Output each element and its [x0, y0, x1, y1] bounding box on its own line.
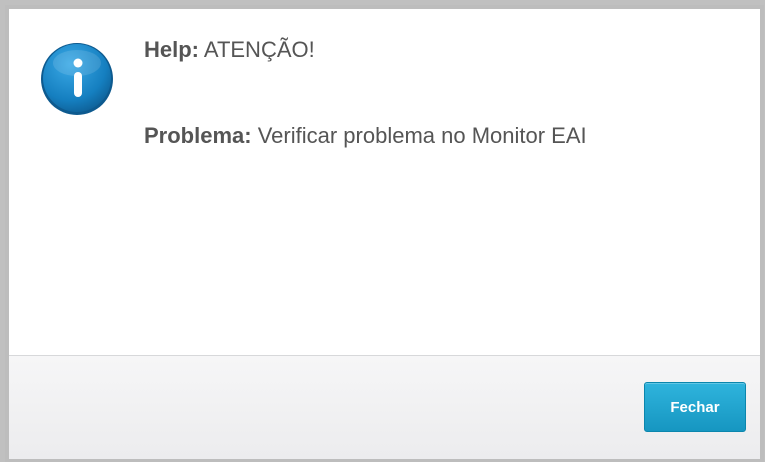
alert-dialog: Help: ATENÇÃO! Problema: Verificar probl…	[5, 5, 764, 462]
help-line: Help: ATENÇÃO!	[144, 37, 315, 63]
problem-line: Problema: Verificar problema no Monitor …	[144, 123, 587, 149]
help-value: ATENÇÃO!	[203, 37, 315, 62]
help-label: Help:	[144, 37, 199, 62]
problem-label: Problema:	[144, 123, 252, 148]
info-icon	[39, 41, 115, 117]
dialog-footer: Fechar	[9, 355, 760, 459]
close-button[interactable]: Fechar	[644, 382, 746, 432]
dialog-body: Help: ATENÇÃO! Problema: Verificar probl…	[9, 9, 760, 355]
problem-value: Verificar problema no Monitor EAI	[257, 123, 587, 148]
